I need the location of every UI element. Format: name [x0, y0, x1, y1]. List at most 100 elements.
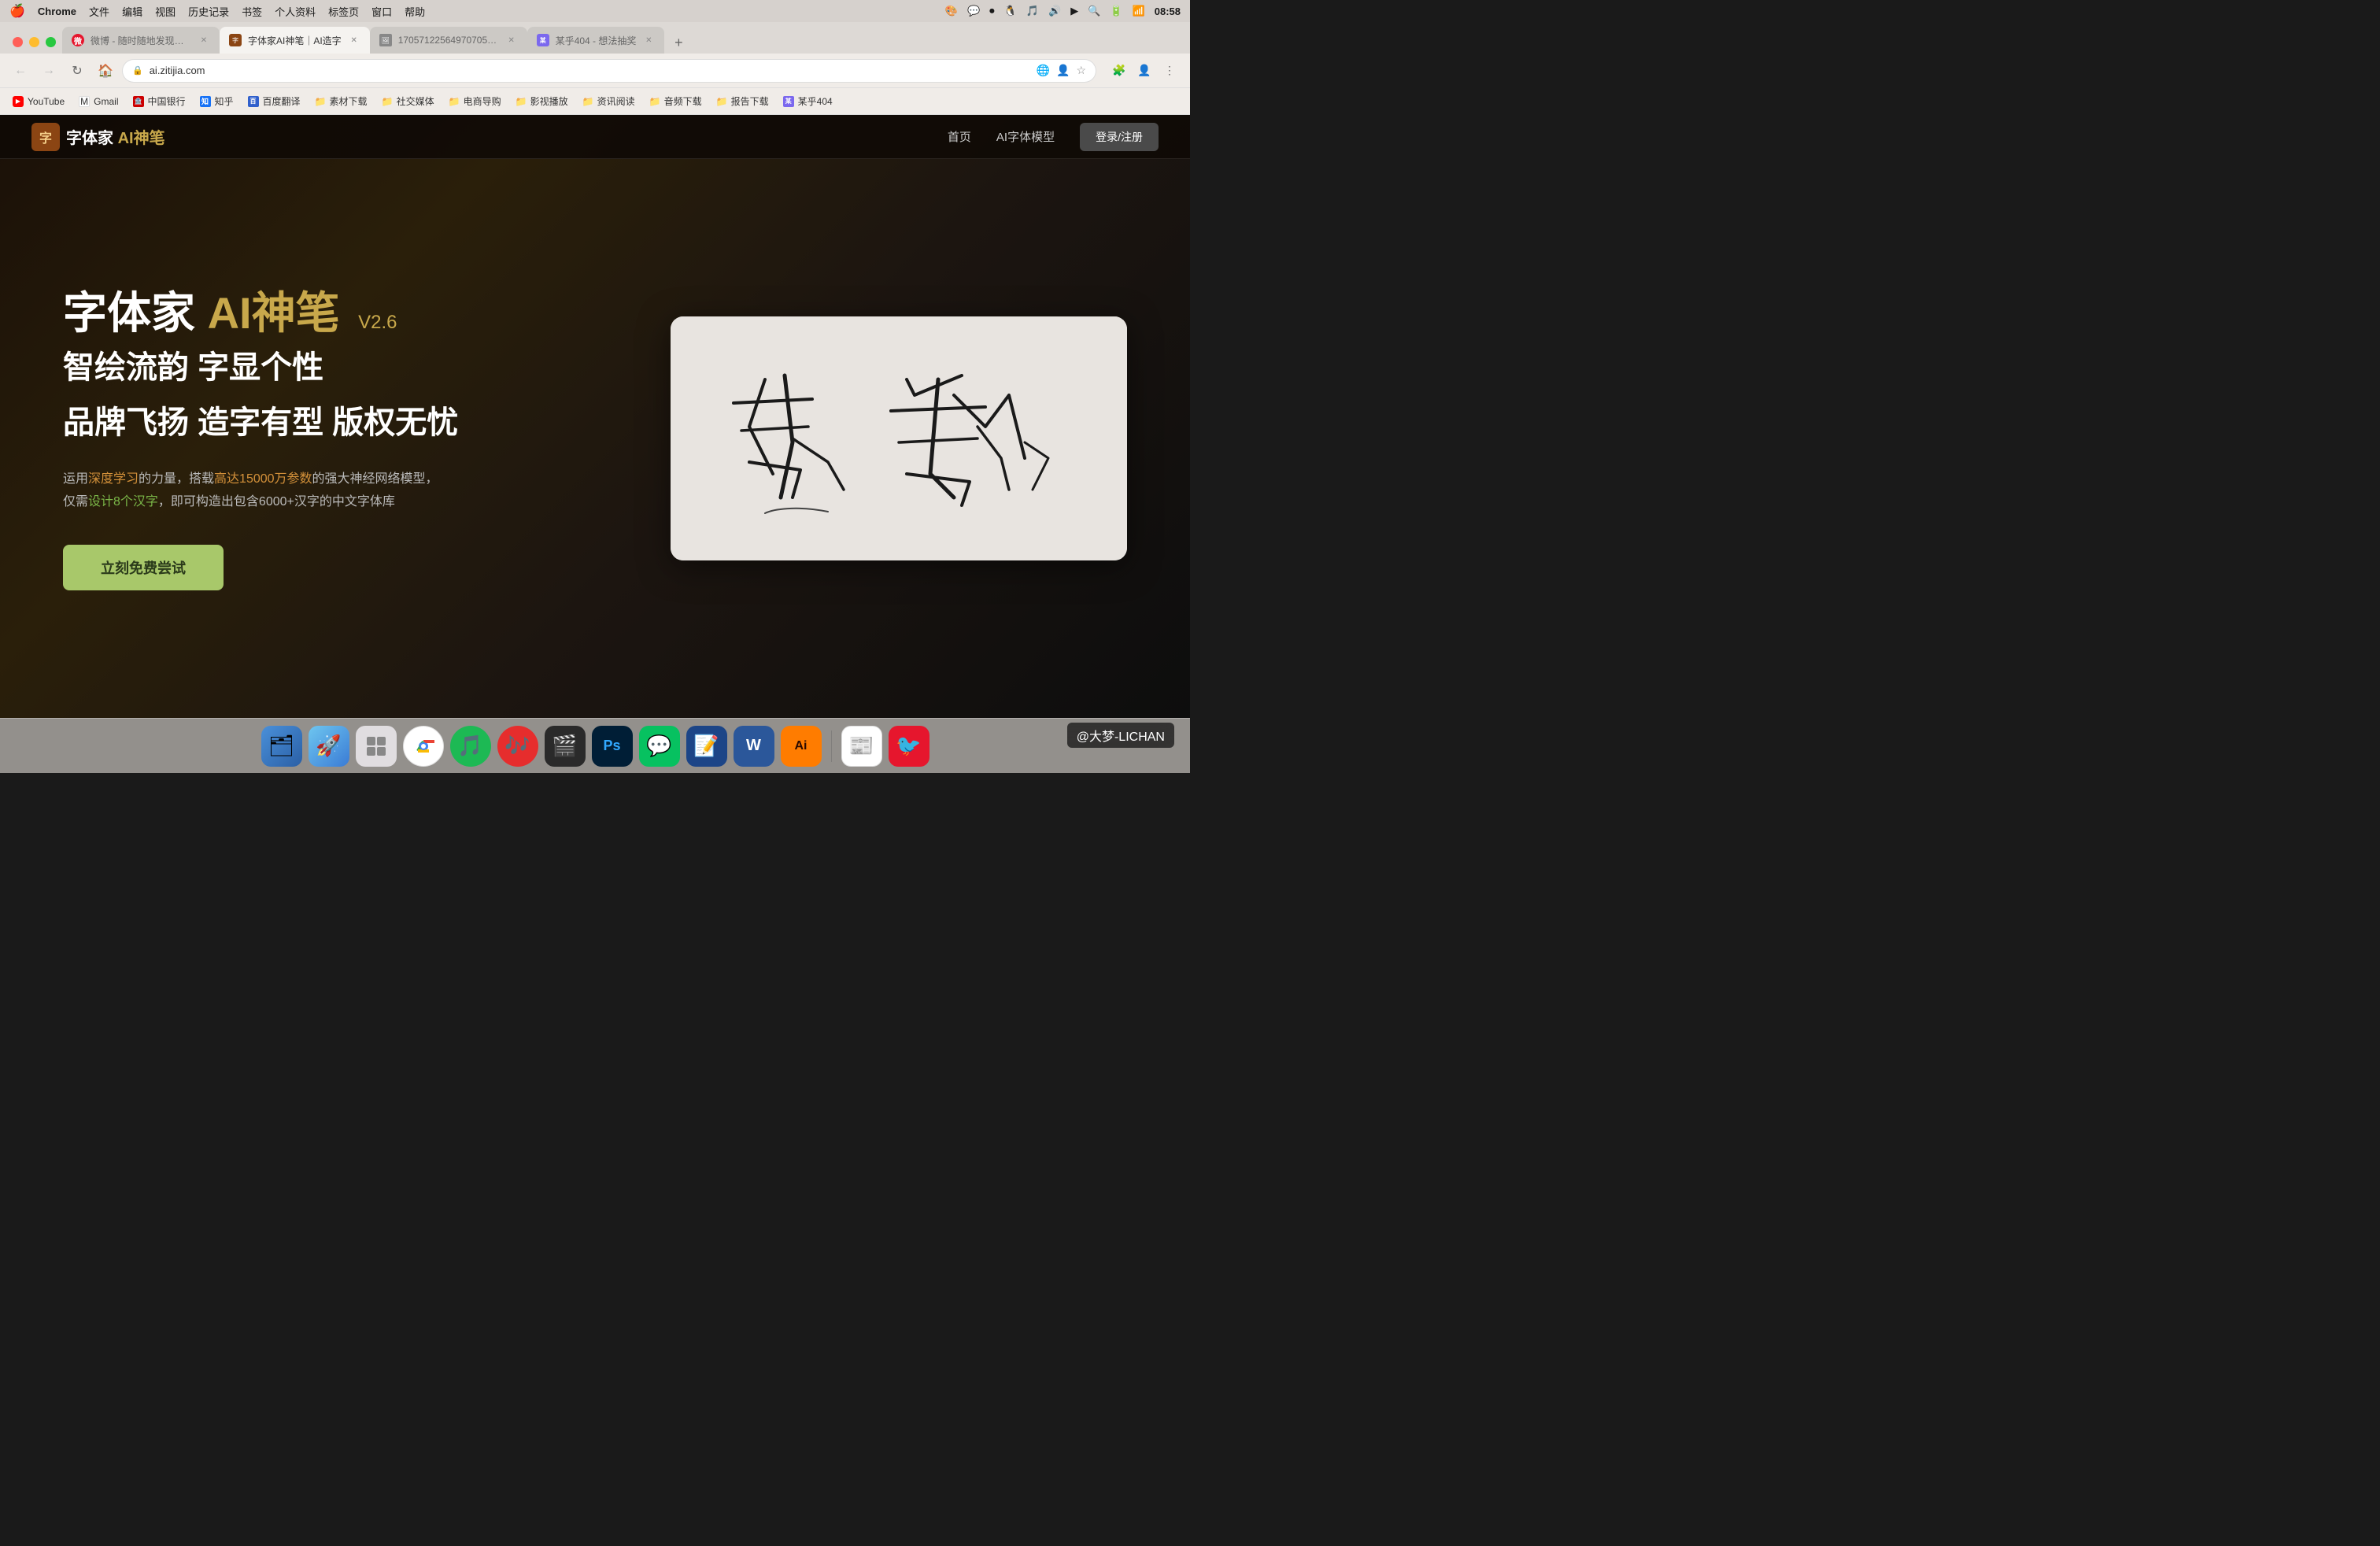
dock-photoshop[interactable]: Ps [592, 726, 633, 767]
menubar-search-icon[interactable]: 🔍 [1088, 5, 1100, 17]
bookmark-audio[interactable]: 📁 音频下载 [643, 91, 708, 111]
maximize-window-button[interactable] [46, 37, 56, 47]
menubar-tabs[interactable]: 标签页 [328, 4, 359, 19]
bookmark-material-label: 素材下载 [330, 94, 368, 108]
bookmark-social-label: 社交媒体 [397, 94, 434, 108]
menubar-time: 08:58 [1155, 6, 1181, 17]
tab-image[interactable]: 🖼 170571225649707058301.png ✕ [370, 27, 527, 54]
translate-icon: 🌐 [1037, 64, 1050, 77]
tab-favicon-image: 🖼 [379, 34, 392, 46]
tab-zitijia[interactable]: 字 字体家AI神笔｜AI造字 ✕ [220, 27, 370, 54]
home-button[interactable]: 🏠 [94, 60, 116, 82]
hero-desc-1: 运用 [63, 472, 88, 486]
extensions-button[interactable]: 🧩 [1108, 60, 1130, 82]
dock-note[interactable]: 📝 [686, 726, 727, 767]
bookmark-film[interactable]: 📁 影视播放 [509, 91, 575, 111]
bookmark-ecommerce-label: 电商导购 [464, 94, 501, 108]
hero-right [671, 316, 1127, 560]
hero-desc-3: 的强大神经网络模型， [312, 472, 438, 486]
apple-menu[interactable]: 🍎 [9, 3, 25, 19]
menubar-file[interactable]: 文件 [89, 4, 109, 19]
window-controls [6, 31, 62, 54]
tab-mouzhe[interactable]: 某 某乎404 - 想法抽奖 ✕ [527, 27, 665, 54]
cta-button[interactable]: 立刻免费尝试 [63, 545, 224, 590]
menubar-right: 🎨 💬 ⏺ 🐧 🎵 🔊 ▶ 🔍 🔋 📶 08:58 [945, 5, 1181, 17]
dock-finalcut[interactable]: 🎬 [545, 726, 586, 767]
site-nav: 字 字体家 AI神笔 首页 AI字体模型 登录/注册 [0, 115, 1190, 159]
bookmark-social[interactable]: 📁 社交媒体 [375, 91, 441, 111]
address-right-icons: 🌐 👤 ☆ [1037, 64, 1086, 77]
menubar-play-icon: ▶ [1070, 5, 1078, 17]
new-tab-button[interactable]: + [667, 31, 689, 54]
tab-close-image[interactable]: ✕ [505, 34, 518, 46]
nav-ai-model[interactable]: AI字体模型 [996, 128, 1055, 145]
menubar-bookmarks[interactable]: 书签 [242, 4, 262, 19]
bookmark-youtube[interactable]: ▶ YouTube [6, 93, 71, 110]
reload-button[interactable]: ↻ [66, 60, 88, 82]
bookmark-youtube-label: YouTube [28, 96, 65, 107]
settings-button[interactable]: ⋮ [1159, 60, 1181, 82]
dock-weibo[interactable]: 🐦 [889, 726, 929, 767]
dock-finder[interactable]: 🗂 [261, 726, 302, 767]
menubar-chrome[interactable]: Chrome [38, 6, 76, 17]
menubar-help[interactable]: 帮助 [405, 4, 425, 19]
menubar-battery-icon: 🔋 [1110, 5, 1122, 17]
bookmark-gmail[interactable]: M Gmail [72, 93, 124, 110]
tab-close-zitijia[interactable]: ✕ [348, 34, 360, 46]
bookmark-news[interactable]: 📁 资讯阅读 [576, 91, 641, 111]
bookmark-report[interactable]: 📁 报告下载 [710, 91, 775, 111]
url-text: ai.zitijia.com [150, 65, 1030, 76]
dock-chrome[interactable] [403, 726, 444, 767]
register-button[interactable]: 登录/注册 [1080, 123, 1159, 151]
tab-close-mouzhe[interactable]: ✕ [642, 34, 655, 46]
menubar-history[interactable]: 历史记录 [188, 4, 229, 19]
bookmark-zhihu[interactable]: 知 知乎 [194, 91, 240, 111]
bookmark-zhihu-label: 知乎 [215, 94, 234, 108]
hero-desc-5: ，即可构造出包含6000+汉字的中文字体库 [158, 495, 395, 509]
address-actions: 🧩 👤 ⋮ [1108, 60, 1181, 82]
bookmark-news-label: 资讯阅读 [597, 94, 635, 108]
menubar-record-icon: ⏺ [989, 5, 995, 17]
menubar-window[interactable]: 窗口 [371, 4, 392, 19]
bookmark-ecommerce[interactable]: 📁 电商导购 [442, 91, 508, 111]
dock-netease[interactable]: 🎶 [497, 726, 538, 767]
tab-close-weibo[interactable]: ✕ [198, 34, 210, 46]
profile-button[interactable]: 👤 [1133, 60, 1155, 82]
site-logo[interactable]: 字 字体家 AI神笔 [31, 123, 165, 151]
tab-title-image: 170571225649707058301.png [398, 35, 499, 46]
forward-button[interactable]: → [38, 60, 60, 82]
bookmark-bank[interactable]: 🏦 中国银行 [127, 91, 192, 111]
hero-subtitle1: 智绘流韵 字显个性 [63, 346, 623, 390]
dock-launchpad[interactable]: 🚀 [309, 726, 349, 767]
dock-adobe[interactable]: Ai [781, 726, 822, 767]
bookmark-mouzhe[interactable]: 某 某乎404 [777, 91, 839, 111]
tab-bar: 微 微博 - 随时随地发现新鲜事 ✕ 字 字体家AI神笔｜AI造字 ✕ 🖼 17… [0, 22, 1190, 54]
dock-separator [831, 730, 832, 762]
tab-weibo[interactable]: 微 微博 - 随时随地发现新鲜事 ✕ [62, 27, 220, 54]
bookmark-baidu-trans[interactable]: 百 百度翻译 [242, 91, 307, 111]
nav-home[interactable]: 首页 [948, 128, 971, 145]
tab-favicon-weibo: 微 [72, 34, 84, 46]
address-input[interactable]: 🔒 ai.zitijia.com 🌐 👤 ☆ [123, 60, 1096, 82]
grid-icon [365, 735, 387, 757]
dock-word[interactable]: W [734, 726, 774, 767]
back-button[interactable]: ← [9, 60, 31, 82]
menubar-wifi-icon: 📶 [1133, 5, 1145, 17]
menubar-edit[interactable]: 编辑 [122, 4, 142, 19]
close-window-button[interactable] [13, 37, 23, 47]
dock-news[interactable]: 📰 [841, 726, 882, 767]
menubar-creative-cloud-icon: 🎨 [945, 5, 958, 17]
minimize-window-button[interactable] [29, 37, 39, 47]
bookmark-material[interactable]: 📁 素材下载 [309, 91, 374, 111]
hero-desc-hl1: 深度学习 [88, 472, 139, 486]
menubar: 🍎 Chrome 文件 编辑 视图 历史记录 书签 个人资料 标签页 窗口 帮助… [0, 0, 1190, 22]
dock-spotify[interactable]: 🎵 [450, 726, 491, 767]
menubar-profile[interactable]: 个人资料 [275, 4, 316, 19]
hero-desc-4: 仅需 [63, 495, 88, 509]
hero-version: V2.6 [358, 312, 397, 333]
weibo-user-badge: @大梦-LICHAN [1067, 723, 1174, 748]
dock-mission-control[interactable] [356, 726, 397, 767]
bookmark-star-icon[interactable]: ☆ [1076, 64, 1086, 77]
menubar-view[interactable]: 视图 [155, 4, 176, 19]
dock-wechat[interactable]: 💬 [639, 726, 680, 767]
